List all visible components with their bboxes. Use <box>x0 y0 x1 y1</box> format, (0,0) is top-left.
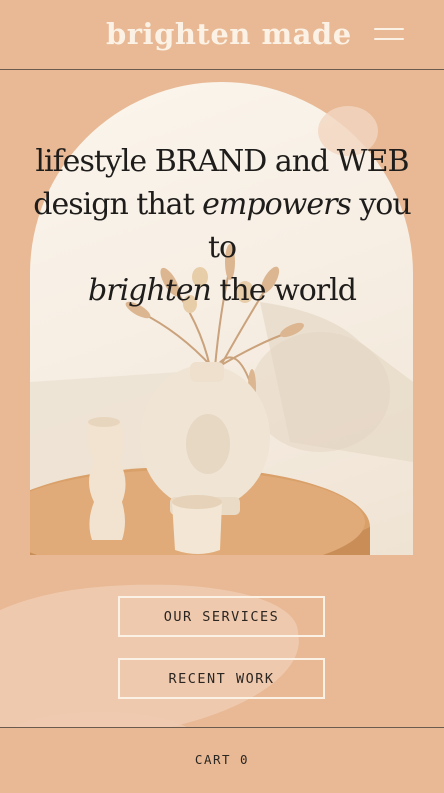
cart-link[interactable]: CART 0 <box>0 752 444 767</box>
headline-line: lifestyle BRAND and WEB <box>35 144 409 179</box>
recent-work-button[interactable]: RECENT WORK <box>118 658 325 699</box>
headline-text: design that <box>33 187 203 222</box>
headline-line: design that empowers you to <box>24 183 420 269</box>
our-services-button[interactable]: OUR SERVICES <box>118 596 325 637</box>
site-header: brighten made <box>0 0 444 70</box>
headline-emphasis: brighten <box>88 273 212 308</box>
brand-logo[interactable]: brighten made <box>106 12 351 56</box>
site-footer: CART 0 <box>0 727 444 793</box>
headline-line: brighten the world <box>24 269 420 312</box>
headline-emphasis: empowers <box>202 187 352 222</box>
menu-line <box>374 28 404 30</box>
menu-line <box>374 38 404 40</box>
hero-headline: lifestyle BRAND and WEB design that empo… <box>24 140 420 312</box>
headline-text: the world <box>210 273 357 308</box>
hamburger-menu-icon[interactable] <box>370 22 410 48</box>
